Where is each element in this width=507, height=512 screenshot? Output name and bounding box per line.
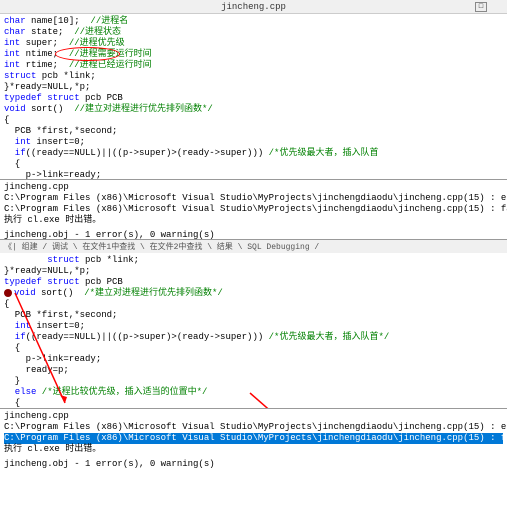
- keyword: if: [4, 332, 26, 342]
- comment: /*优先级最大者，插入队首: [269, 148, 379, 158]
- code-line: p->link=ready;: [4, 354, 503, 365]
- code-line: p->link=ready;: [4, 170, 503, 179]
- keyword: int: [4, 49, 20, 59]
- comment: /*建立对进程进行优先排列函数*/: [84, 288, 223, 298]
- code-line: ready=p;: [4, 365, 503, 376]
- code-editor-top[interactable]: char name[10]; //进程名 char state; //进程状态 …: [0, 14, 507, 179]
- breakpoint-icon[interactable]: [4, 289, 12, 297]
- code-line: }*ready=NULL,*p;: [4, 266, 503, 277]
- output-summary: jincheng.obj - 1 error(s), 0 warning(s): [4, 459, 503, 470]
- comment: //进程名: [90, 16, 128, 26]
- keyword: int: [4, 137, 31, 147]
- code-line: {: [4, 115, 503, 126]
- output-error: C:\Program Files (x86)\Microsoft Visual …: [4, 422, 503, 433]
- comment: /*进程比较优先级，插入适当的位置中*/: [36, 387, 207, 397]
- code: pcb PCB: [80, 93, 123, 103]
- keyword: void: [4, 104, 26, 114]
- keyword: int: [4, 321, 31, 331]
- keyword: char: [4, 27, 26, 37]
- code: ((ready==NULL)||((p->super)>(ready->supe…: [26, 148, 269, 158]
- code: pcb *link;: [80, 255, 139, 265]
- code-line: }*ready=NULL,*p;: [4, 82, 503, 93]
- code: sort(): [26, 104, 75, 114]
- keyword: else: [4, 387, 36, 397]
- output-error: C:\Program Files (x86)\Microsoft Visual …: [4, 193, 503, 204]
- code: super;: [20, 38, 69, 48]
- tab-labels[interactable]: 《| 组建 / 调试 \ 在文件1中查找 \ 在文件2中查找 \ 结果 \ SQ…: [4, 243, 319, 252]
- output-file: jincheng.cpp: [4, 182, 503, 193]
- code: pcb *link;: [36, 71, 95, 81]
- comment: /*优先级最大者，插入队首*/: [269, 332, 390, 342]
- output-pane-top[interactable]: jincheng.cpp C:\Program Files (x86)\Micr…: [0, 179, 507, 239]
- code: name[10];: [26, 16, 91, 26]
- output-error: C:\Program Files (x86)\Microsoft Visual …: [4, 204, 503, 215]
- output-error: 执行 cl.exe 时出错。: [4, 215, 503, 226]
- code-line: PCB *first,*second;: [4, 126, 503, 137]
- keyword: if: [4, 148, 26, 158]
- code-line: {: [4, 159, 503, 170]
- comment: //进程需要运行时间: [69, 49, 152, 59]
- code: pcb PCB: [80, 277, 123, 287]
- code: state;: [26, 27, 75, 37]
- keyword: int: [4, 60, 20, 70]
- title-bar: jincheng.cpp □: [0, 0, 507, 14]
- code-line: }: [4, 376, 503, 387]
- code-line: {: [4, 398, 503, 408]
- output-file: jincheng.cpp: [4, 411, 503, 422]
- code: ((ready==NULL)||((p->super)>(ready->supe…: [26, 332, 269, 342]
- keyword: void: [14, 288, 36, 298]
- comment: //进程状态: [74, 27, 121, 37]
- keyword: struct: [4, 71, 36, 81]
- comment: //进程已经运行时间: [69, 60, 152, 70]
- keyword: char: [4, 16, 26, 26]
- keyword: int: [4, 38, 20, 48]
- keyword: typedef struct: [4, 93, 80, 103]
- code: ntime;: [20, 49, 69, 59]
- title-text: jincheng.cpp: [221, 2, 286, 12]
- code: insert=0;: [31, 321, 85, 331]
- code: sort(): [36, 288, 85, 298]
- comment: //进程优先级: [69, 38, 125, 48]
- code-line: PCB *first,*second;: [4, 310, 503, 321]
- code: rtime;: [20, 60, 69, 70]
- tab-bar[interactable]: 《| 组建 / 调试 \ 在文件1中查找 \ 在文件2中查找 \ 结果 \ SQ…: [0, 239, 507, 253]
- keyword: struct: [4, 255, 80, 265]
- output-error: 执行 cl.exe 时出错。: [4, 444, 503, 455]
- code: insert=0;: [31, 137, 85, 147]
- output-pane-bottom[interactable]: jincheng.cpp C:\Program Files (x86)\Micr…: [0, 408, 507, 503]
- comment: //建立对进程进行优先排列函数*/: [74, 104, 213, 114]
- code-editor-bottom[interactable]: struct pcb *link; }*ready=NULL,*p; typed…: [0, 253, 507, 408]
- maximize-icon[interactable]: □: [475, 2, 487, 12]
- code-line: {: [4, 299, 503, 310]
- output-error-highlighted[interactable]: C:\Program Files (x86)\Microsoft Visual …: [4, 433, 503, 444]
- code-line: {: [4, 343, 503, 354]
- keyword: typedef struct: [4, 277, 80, 287]
